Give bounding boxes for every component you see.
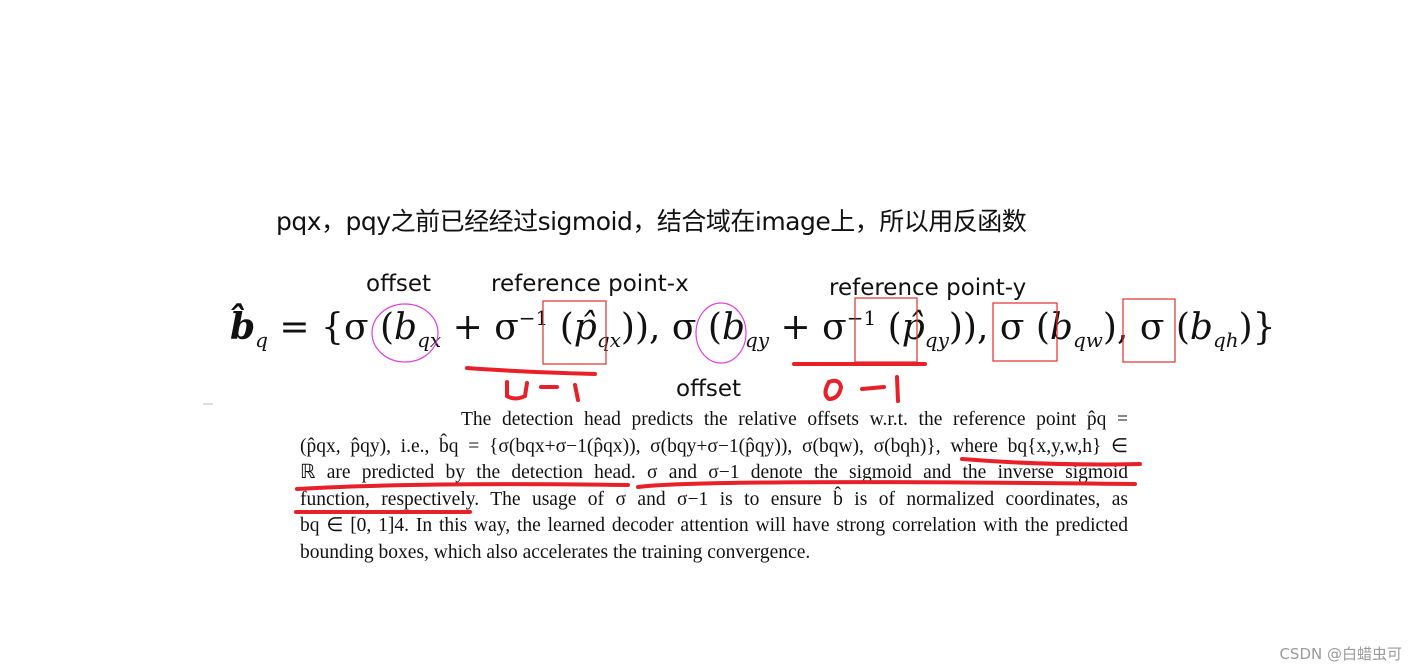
paper-paragraph: The detection head predicts the relative… — [300, 407, 1128, 566]
formula-paren-2: ( — [876, 307, 902, 348]
label-reference-point-y: reference point-y — [829, 275, 1027, 301]
formula-bqw: b — [1049, 307, 1073, 348]
formula-plus-sigma-inv-2: + σ — [769, 307, 847, 348]
chinese-annotation-note: pqx，pqy之前已经经过sigmoid，结合域在image上，所以用反函数 — [276, 207, 1027, 236]
handwritten-0-x — [505, 380, 529, 401]
formula-paren-1: ( — [548, 307, 574, 348]
formula-bqx: b — [394, 307, 418, 348]
formula-pqx: p̂ — [573, 307, 597, 348]
paragraph-line: function, respectively. The usage of σ a… — [300, 488, 1128, 510]
formula-lhs-sub: q — [255, 328, 268, 352]
paragraph-line: bounding boxes, which also accelerates t… — [300, 541, 811, 563]
formula-inv-exp-1: −1 — [518, 306, 549, 330]
formula-bqy-sub: qy — [745, 328, 770, 352]
formula-close-1: )), σ ( — [620, 307, 722, 348]
csdn-watermark: CSDN @白蜡虫可 — [1279, 645, 1402, 663]
formula-pqy: p̂ — [901, 307, 925, 348]
formula-close-4: )} — [1238, 307, 1276, 348]
paragraph-line: ℝ are predicted by the detection head. σ… — [300, 462, 1128, 483]
handwritten-0-y — [823, 378, 844, 402]
underline-sigma-inv-x — [465, 366, 597, 376]
formula-pqy-sub: qy — [924, 328, 949, 352]
label-offset-y: offset — [676, 376, 742, 402]
stray-dash-mark — [203, 403, 213, 405]
formula-close-2: )), σ ( — [948, 307, 1050, 348]
handwritten-1-x — [573, 383, 580, 402]
formula-lhs: b̂ — [230, 306, 256, 348]
label-offset-x: offset — [366, 271, 432, 297]
paragraph-line: (p̂qx, p̂qy), i.e., b̂q = {σ(bqx+σ−1(p̂q… — [300, 435, 1128, 457]
formula-bqx-sub: qx — [417, 328, 442, 352]
paragraph-line: The detection head predicts the relative… — [461, 409, 1128, 430]
formula-equals: = {σ ( — [267, 307, 395, 348]
formula-bqh-sub: qh — [1212, 328, 1239, 352]
formula-close-3: ), σ ( — [1102, 307, 1190, 348]
handwritten-dash-y — [860, 385, 886, 391]
formula-bqy: b — [721, 307, 745, 348]
label-reference-point-x: reference point-x — [491, 271, 689, 297]
handwritten-1-y — [895, 375, 900, 403]
formula-box-prediction: b̂q = {σ (bqx + σ−1 (p̂qx)), σ (bqy + σ−… — [230, 306, 1276, 352]
formula-bqh: b — [1189, 307, 1213, 348]
paragraph-line: bq ∈ [0, 1]4. In this way, the learned d… — [300, 515, 1128, 536]
formula-inv-exp-2: −1 — [846, 306, 877, 330]
formula-bqw-sub: qw — [1072, 328, 1103, 352]
formula-pqx-sub: qx — [596, 328, 621, 352]
formula-plus-sigma-inv-1: + σ — [441, 307, 519, 348]
